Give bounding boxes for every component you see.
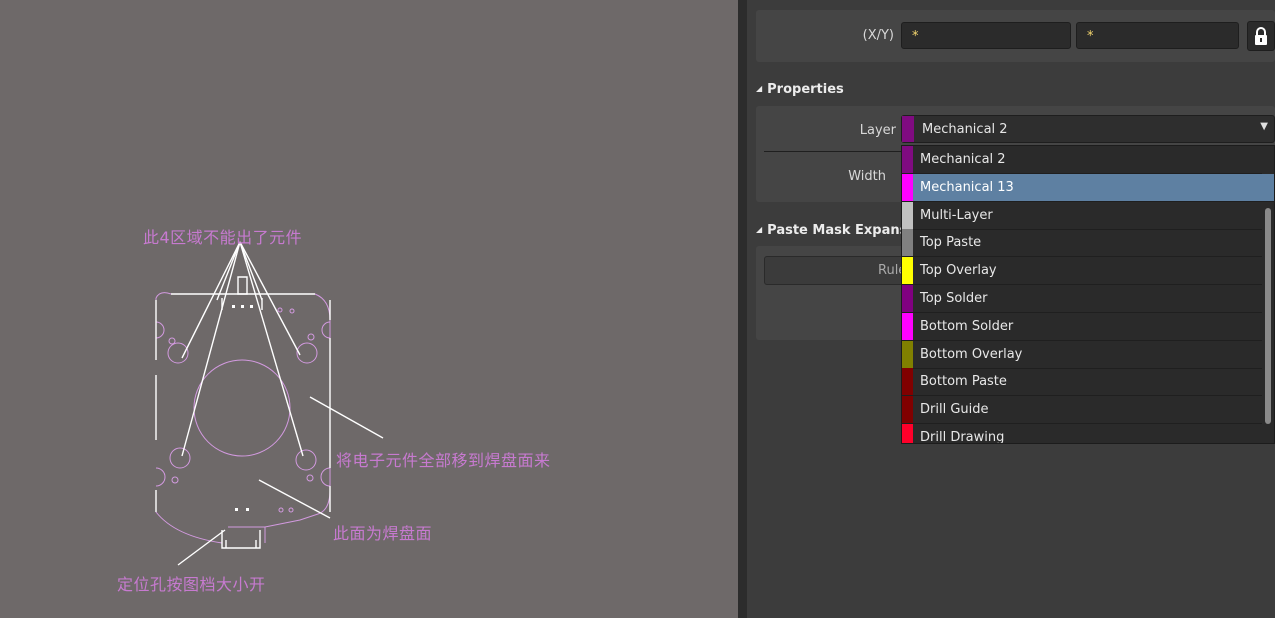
layer-select[interactable]: Mechanical 2 ▼ [901,115,1275,143]
layer-select-value: Mechanical 2 [922,122,1008,137]
width-label: Width [848,169,886,184]
annotation-mounting-holes: 定位孔按图档大小开 [117,575,266,594]
lock-icon [1255,27,1267,45]
layer-color-swatch [902,368,913,396]
layer-option[interactable]: Mechanical 13 [902,173,1274,202]
layer-option-label: Bottom Solder [920,318,1014,334]
layer-option[interactable]: Top Solder [902,285,1262,313]
layer-color-swatch [902,396,913,424]
layer-option[interactable]: Top Paste [902,229,1262,258]
layer-option-label: Multi-Layer [920,207,993,223]
layer-option[interactable]: Bottom Paste [902,368,1262,397]
layer-color-swatch [902,312,913,340]
layer-option-label: Top Overlay [920,263,997,279]
paste-mask-section-header[interactable]: ◢ Paste Mask Expansio [756,223,921,238]
layer-color-swatch [902,257,913,285]
layer-option-label: Bottom Overlay [920,346,1023,362]
chevron-down-icon: ▼ [1260,121,1268,132]
layer-option[interactable]: Drill Drawing [902,424,1262,444]
properties-title: Properties [767,82,844,97]
layer-option[interactable]: Multi-Layer [902,201,1262,230]
layer-option[interactable]: Bottom Overlay [902,340,1262,369]
xy-label: (X/Y) [862,28,894,43]
layer-option-label: Drill Guide [920,402,989,418]
layer-color-swatch [902,201,913,229]
layer-option-label: Top Solder [920,291,988,306]
properties-section-header[interactable]: ◢ Properties [756,82,844,97]
layer-color-swatch [902,285,913,312]
annotation-move-components: 将电子元件全部移到焊盘面来 [336,451,551,470]
layer-option[interactable]: Top Overlay [902,257,1262,286]
layer-option-label: Mechanical 13 [920,179,1014,195]
rule-button[interactable]: Rule [764,256,906,285]
layer-label: Layer [859,123,896,138]
layer-option-label: Top Paste [920,235,982,251]
y-input[interactable]: * [1076,22,1239,49]
layer-color-swatch [902,424,913,443]
properties-panel: (X/Y) * * ◢ Properties Layer Width Mechan… [747,0,1275,618]
pcb-canvas[interactable]: 此4区域不能出了元件 将电子元件全部移到焊盘面来 此面为焊盘面 定位孔按图档大小… [0,0,738,618]
layer-dropdown-list[interactable]: Mechanical 2 Mechanical 13 Multi-Layer Top … [901,145,1275,444]
layer-option[interactable]: Bottom Solder [902,312,1262,341]
lock-button[interactable] [1247,21,1275,51]
layer-option-label: Drill Drawing [920,430,1005,444]
layer-color-swatch [902,173,913,201]
layer-option-label: Mechanical 2 [920,152,1006,167]
paste-mask-title: Paste Mask Expansio [767,223,921,238]
row-divider [764,151,904,152]
layer-option[interactable]: Mechanical 2 [902,146,1262,174]
x-input[interactable]: * [901,22,1071,49]
dropdown-scrollbar[interactable] [1265,208,1271,424]
collapse-triangle-icon: ◢ [756,84,763,93]
annotation-no-components-zone: 此4区域不能出了元件 [143,228,303,247]
layer-color-swatch [902,340,913,368]
layer-option-label: Bottom Paste [920,374,1007,390]
layer-color-swatch [902,116,914,142]
collapse-triangle-icon: ◢ [756,225,763,234]
annotation-solder-side: 此面为焊盘面 [333,524,433,543]
panel-splitter[interactable] [738,0,747,618]
layer-color-swatch [902,229,913,257]
layer-color-swatch [902,146,913,173]
layer-option[interactable]: Drill Guide [902,396,1262,425]
